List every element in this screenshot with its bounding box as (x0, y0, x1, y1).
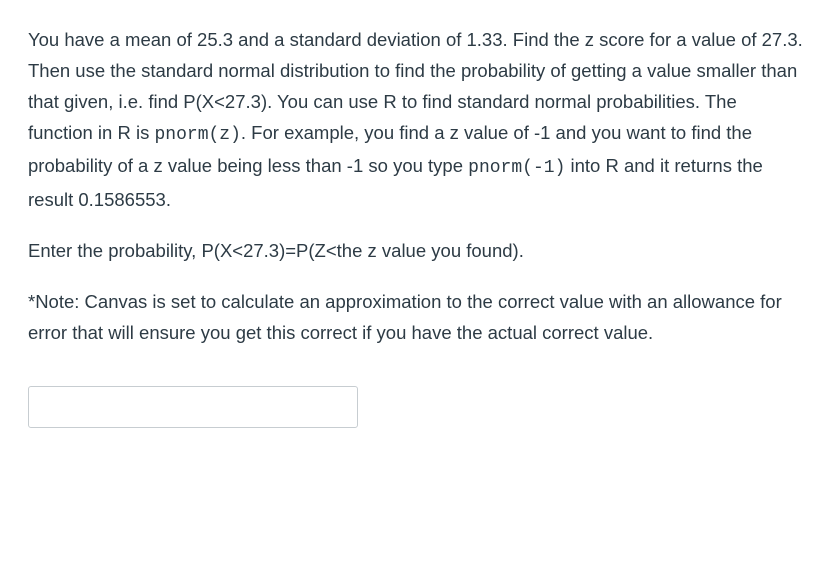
code-pnorm-neg1: pnorm(-1) (468, 158, 565, 178)
question-body: You have a mean of 25.3 and a standard d… (28, 24, 806, 348)
code-pnorm-z: pnorm(z) (154, 125, 240, 145)
paragraph-3: *Note: Canvas is set to calculate an app… (28, 286, 806, 348)
answer-input[interactable] (28, 386, 358, 428)
paragraph-2: Enter the probability, P(X<27.3)=P(Z<the… (28, 235, 806, 266)
paragraph-1: You have a mean of 25.3 and a standard d… (28, 24, 806, 215)
